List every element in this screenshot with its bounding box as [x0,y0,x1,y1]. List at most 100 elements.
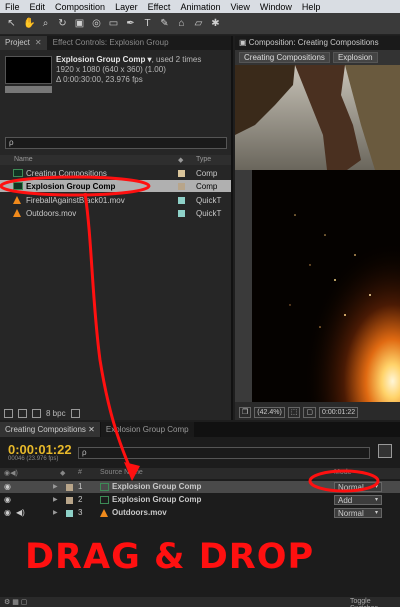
expand-arrow-icon[interactable]: ▶ [53,483,58,490]
close-icon[interactable]: ✕ [88,425,95,434]
timeline-search-input[interactable]: ρ [78,447,370,459]
selection-icon[interactable]: ↖ [6,18,17,30]
project-item-type: QuickT [196,195,222,205]
tab-composition[interactable]: ▣ Composition: Creating Compositions [235,36,400,50]
comp-flowchart-icon[interactable] [378,444,392,458]
vlc-cone-icon [13,209,21,217]
label-swatch[interactable] [178,169,185,177]
label-swatch[interactable] [66,497,73,504]
blend-mode-dropdown[interactable]: Add ▾ [334,495,382,505]
comp-viewer[interactable] [235,65,400,402]
clone-stamp-icon[interactable]: ⌂ [176,18,187,30]
brush-icon[interactable]: ✎ [159,18,170,30]
project-item[interactable]: Creating Compositions Comp [0,167,231,179]
breadcrumb-creating-compositions[interactable]: Creating Compositions [239,52,330,63]
expand-arrow-icon[interactable]: ▶ [53,509,58,516]
label-column-icon[interactable]: ◆ [60,469,65,477]
project-search-input[interactable]: ρ [5,137,227,149]
layer-name[interactable]: Explosion Group Comp [112,482,201,491]
project-tab-row: Project ✕ Effect Controls: Explosion Grou… [0,36,231,50]
tab-timeline-creating-compositions[interactable]: Creating Compositions ✕ [0,422,100,437]
annotation-drag-drop: DRAG & DROP [25,537,315,577]
eraser-icon[interactable]: ▱ [193,18,204,30]
dropdown-arrow-icon: ▾ [374,497,378,503]
timeline-layer[interactable]: ◉ ▶ 2 Explosion Group Comp Add ▾ [0,494,400,506]
new-composition-icon[interactable] [32,408,41,418]
layer-number: 3 [78,508,83,517]
footer-icons[interactable]: ⚙ ▦ ▢ [4,598,27,606]
label-swatch[interactable] [66,484,73,491]
pan-behind-icon[interactable]: ◎ [91,18,102,30]
menu-window[interactable]: Window [255,2,297,12]
timeline-layer[interactable]: ◉ ◀) ▶ 3 Outdoors.mov Normal ▾ [0,507,400,519]
safe-zones-icon[interactable]: ⬚ [287,406,301,418]
label-swatch[interactable] [178,196,185,204]
column-source-name[interactable]: Source Name [100,469,143,476]
menu-help[interactable]: Help [297,2,326,12]
mask-visibility-icon[interactable]: ▢ [303,406,317,418]
item-info-used: , used 2 times [151,55,202,64]
comp-viewer-footer: ❐ (42.4%) ⬚ ▢ 0:00:01:22 [235,404,400,420]
project-footer: 8 bpc [0,406,231,420]
blend-mode-dropdown[interactable]: Normal ▾ [334,482,382,492]
pen-icon[interactable]: ✒ [125,18,136,30]
rotate-icon[interactable]: ↻ [57,18,68,30]
item-info-name[interactable]: Explosion Group Comp ▾ [56,55,152,64]
close-icon[interactable]: ✕ [35,38,42,47]
visibility-eye-icon[interactable]: ◉ [4,495,11,504]
zoom-dropdown[interactable]: (42.4%) [254,406,285,418]
column-type[interactable]: Type [196,156,211,163]
label-column-icon[interactable]: ◆ [178,156,183,164]
menu-edit[interactable]: Edit [25,2,51,12]
type-icon[interactable]: T [142,18,153,30]
menu-layer[interactable]: Layer [110,2,143,12]
interpret-footage-icon[interactable] [4,408,13,418]
tab-timeline-explosion-group[interactable]: Explosion Group Comp [100,422,194,437]
timeline-layer[interactable]: ◉ ▶ 1 Explosion Group Comp Normal ▾ [0,481,400,493]
item-info: Explosion Group Comp ▾, used 2 times 192… [56,55,201,85]
menu-view[interactable]: View [225,2,254,12]
visibility-eye-icon[interactable]: ◉ [4,482,11,491]
menu-file[interactable]: File [0,2,25,12]
puppet-icon[interactable]: ✱ [210,18,221,30]
tab-project[interactable]: Project ✕ [0,36,47,50]
expand-arrow-icon[interactable]: ▶ [53,496,58,503]
breadcrumb-explosion[interactable]: Explosion [332,52,378,63]
column-name[interactable]: Name [14,156,33,163]
bpc-label[interactable]: 8 bpc [46,409,66,418]
tab-effect-controls[interactable]: Effect Controls: Explosion Group [47,36,174,50]
tools-panel: ↖ ✋ ⌕ ↻ ▣ ◎ ▭ ✒ T ✎ ⌂ ▱ ✱ [0,13,400,35]
project-item-type: Comp [196,168,218,178]
magnification-icon[interactable]: ❐ [239,406,252,418]
zoom-icon[interactable]: ⌕ [40,18,51,30]
toggle-switches-button[interactable]: Toggle Switches [350,598,400,607]
composition-icon [100,483,109,491]
blend-mode-dropdown[interactable]: Normal ▾ [334,508,382,518]
label-swatch[interactable] [66,510,73,517]
column-mode[interactable]: Mode [334,469,352,476]
timeline-footer: ⚙ ▦ ▢ Toggle Switches [0,597,400,607]
camera-icon[interactable]: ▣ [74,18,85,30]
hand-icon[interactable]: ✋ [23,18,35,30]
project-item[interactable]: FireballAgainstBlack01.mov QuickT [0,194,231,206]
trash-icon[interactable] [70,408,80,418]
layer-name[interactable]: Outdoors.mov [112,508,167,517]
new-folder-icon[interactable] [18,408,27,418]
timeline-current-time[interactable]: 0:00:01:22 [8,442,72,457]
project-item[interactable]: Outdoors.mov QuickT [0,207,231,219]
menu-composition[interactable]: Composition [50,2,110,12]
menu-animation[interactable]: Animation [175,2,225,12]
current-time-field[interactable]: 0:00:01:22 [319,406,359,418]
label-swatch[interactable] [178,209,185,217]
av-features-icon[interactable]: ◉◀) [4,469,18,477]
audio-speaker-icon[interactable]: ◀) [16,508,25,517]
visibility-eye-icon[interactable]: ◉ [4,508,11,517]
item-info-size: 1920 x 1080 (640 x 360) (1.00) [56,65,166,74]
project-item-selected[interactable]: Explosion Group Comp Comp [0,180,231,192]
menu-effect[interactable]: Effect [143,2,176,12]
composition-icon [100,496,109,504]
label-swatch[interactable] [178,182,185,190]
mask-icon[interactable]: ▭ [108,18,119,30]
project-item-type: QuickT [196,208,222,218]
layer-name[interactable]: Explosion Group Comp [112,495,201,504]
